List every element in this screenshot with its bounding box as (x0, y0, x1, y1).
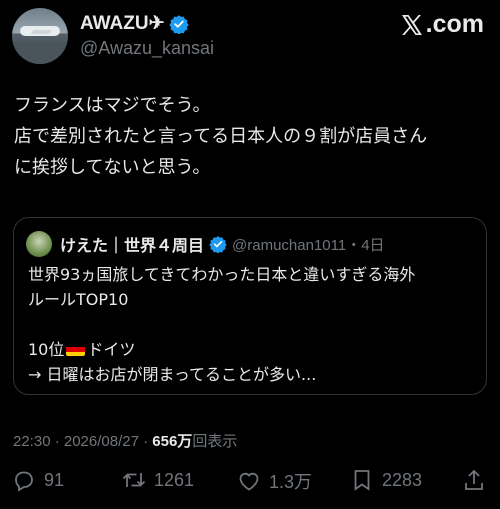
avatar-tarmac (12, 42, 68, 64)
tweet-text: フランスはマジでそう。 店で差別されたと言ってる日本人の９割が店員さん に挨拶し… (14, 90, 490, 183)
country-label: ドイツ (87, 340, 136, 359)
quoted-author-handle-time: @ramuchan1011・4日 (232, 236, 385, 254)
repost-count: 1261 (154, 469, 195, 490)
like-button[interactable]: 1.3万 (237, 468, 312, 494)
bookmark-icon (354, 470, 370, 491)
share-icon (465, 469, 483, 490)
author-display-name[interactable]: AWAZU✈ (80, 12, 165, 35)
view-count: 656万 (152, 433, 193, 450)
reply-count: 91 (44, 469, 65, 490)
repost-button[interactable]: 1261 (122, 468, 194, 492)
quoted-tweet-card[interactable]: けえた｜世界４周目 @ramuchan1011・4日 世界93ヵ国旅してきてわか… (13, 217, 487, 395)
quoted-verified-badge-icon (209, 236, 227, 253)
quoted-blank-line (28, 312, 478, 337)
quoted-text-line: 世界93ヵ国旅してきてわかった日本と違いすぎる海外 (28, 265, 416, 284)
tweet-meta: 22:30 · 2026/08/27 · 656万回表示 (13, 430, 237, 451)
bookmark-button[interactable]: 2283 (350, 468, 422, 492)
action-bar: 91 1261 1.3万 2283 (0, 462, 500, 502)
germany-flag-icon (66, 343, 86, 356)
avatar-airplane-wing (30, 30, 52, 34)
bookmark-count: 2283 (382, 469, 423, 490)
reply-icon (15, 471, 33, 492)
author-handle[interactable]: @Awazu_kansai (80, 38, 214, 59)
view-label: 回表示 (192, 433, 238, 450)
heart-icon (239, 472, 259, 491)
quoted-text-line: → 日曜はお店が閉まってることが多い... (28, 365, 317, 384)
tweet-header: AWAZU✈ @Awazu_kansai .com (12, 8, 488, 68)
quoted-text-line: ルールTOP10 (28, 290, 129, 309)
quoted-text-line: 10位 ドイツ (28, 337, 478, 362)
tweet-text-line: に挨拶してないと思う。 (14, 157, 211, 178)
like-count: 1.3万 (269, 472, 313, 492)
quoted-author-avatar (26, 231, 52, 257)
rank-label: 10位 (28, 340, 65, 359)
share-button[interactable] (462, 468, 486, 492)
tweet-text-line: 店で差別されたと言ってる日本人の９割が店員さん (14, 126, 428, 147)
tweet-timestamp[interactable]: 22:30 · 2026/08/27 · (13, 433, 152, 450)
quoted-tweet-header: けえた｜世界４周目 @ramuchan1011・4日 (26, 231, 385, 257)
x-com-label: .com (425, 10, 484, 38)
quoted-tweet-body: 世界93ヵ国旅してきてわかった日本と違いすぎる海外 ルールTOP10 10位 ドイ… (28, 262, 478, 387)
repost-icon (122, 473, 146, 487)
author-name-row: AWAZU✈ (80, 12, 189, 35)
author-avatar[interactable] (12, 8, 68, 64)
verified-badge-icon (168, 14, 189, 34)
tweet-text-line: フランスはマジでそう。 (14, 95, 211, 116)
quoted-author-name: けえた｜世界４周目 (60, 236, 205, 255)
reply-button[interactable]: 91 (12, 468, 64, 492)
x-com-logo: .com (400, 10, 484, 39)
x-logo-icon (401, 14, 422, 35)
